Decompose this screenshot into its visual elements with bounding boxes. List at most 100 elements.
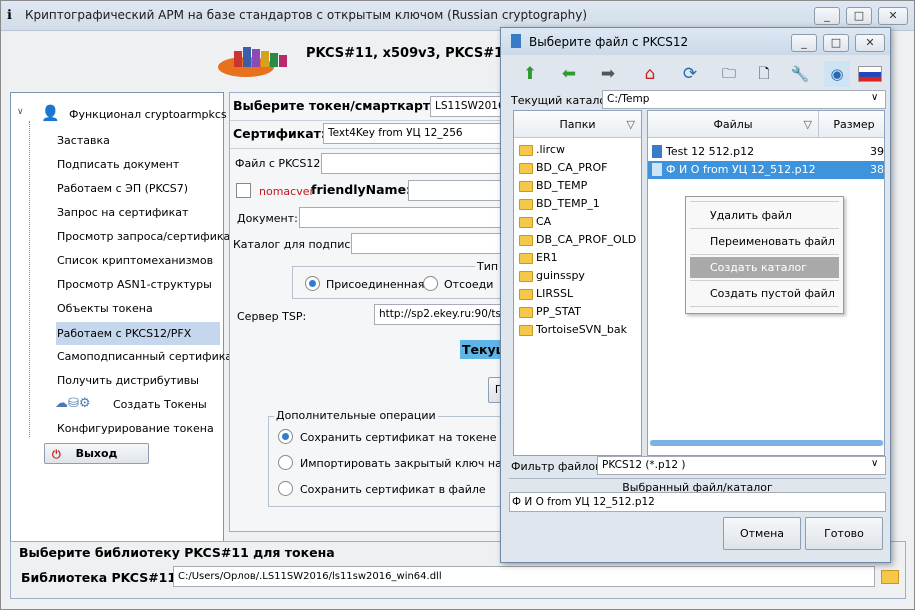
folder-item[interactable]: PP_STAT bbox=[536, 305, 581, 318]
tree-item-asn1[interactable]: Просмотр ASN1-структуры bbox=[56, 275, 212, 295]
close-button[interactable]: ✕ bbox=[878, 7, 908, 25]
signature-dir-label: Каталог для подписи: bbox=[233, 238, 362, 251]
chevron-down-icon[interactable]: ∨ bbox=[871, 92, 878, 103]
attached-label: Присоединенная bbox=[326, 278, 425, 291]
dialog-minimize-button[interactable]: _ bbox=[791, 34, 817, 52]
minimize-button[interactable]: _ bbox=[814, 7, 840, 25]
refresh-icon[interactable]: ⟳ bbox=[677, 61, 703, 87]
back-arrow-icon[interactable]: ⬅ bbox=[556, 61, 582, 87]
menu-item-rename-file[interactable]: Переименовать файл bbox=[690, 231, 839, 252]
nomacver-checkbox[interactable] bbox=[236, 183, 251, 198]
home-icon[interactable]: ⌂ bbox=[637, 61, 663, 87]
dialog-maximize-button[interactable]: □ bbox=[823, 34, 849, 52]
folder-item[interactable]: LIRSSL bbox=[536, 287, 573, 300]
user-icon: 👤 bbox=[41, 104, 60, 122]
folders-header[interactable]: Папки ▽ bbox=[514, 111, 641, 138]
russian-flag-icon[interactable] bbox=[858, 66, 882, 82]
document-input[interactable] bbox=[299, 207, 509, 228]
tsp-label: Сервер TSP: bbox=[237, 310, 307, 323]
folder-item[interactable]: CA bbox=[536, 215, 551, 228]
folder-item[interactable]: BD_CA_PROF bbox=[536, 161, 607, 174]
document-label: Документ: bbox=[237, 212, 298, 225]
tree-item-view-request[interactable]: Просмотр запроса/сертификата bbox=[56, 227, 243, 247]
tree-item-request[interactable]: Запрос на сертификат bbox=[56, 203, 188, 223]
folder-icon bbox=[519, 199, 533, 210]
new-file-icon[interactable]: 🗋 bbox=[751, 61, 777, 87]
exit-button[interactable]: ⏻ Выход bbox=[44, 443, 149, 464]
current-dir-select[interactable]: C:/Temp bbox=[602, 90, 886, 109]
friendly-name-input[interactable] bbox=[408, 180, 509, 201]
tree-item-selfsigned[interactable]: Самоподписанный сертификат bbox=[56, 347, 239, 367]
save-cert-token-radio[interactable] bbox=[278, 429, 293, 444]
new-folder-icon[interactable]: 🗀 bbox=[716, 61, 742, 87]
filter-select[interactable]: PKCS12 (*.p12 ) bbox=[597, 456, 886, 475]
size-header[interactable]: Размер bbox=[819, 111, 884, 138]
cert-select[interactable]: Text4Key from УЦ 12_256 bbox=[323, 123, 508, 144]
horizontal-scrollbar[interactable] bbox=[650, 440, 884, 446]
ok-button[interactable]: Готово bbox=[805, 517, 883, 550]
folder-item[interactable]: TortoiseSVN_bak bbox=[536, 323, 627, 336]
import-key-radio[interactable] bbox=[278, 455, 293, 470]
library-path-input[interactable]: C:/Users/Орлов/.LS11SW2016/ls11sw2016_wi… bbox=[173, 566, 875, 587]
folder-item[interactable]: BD_TEMP bbox=[536, 179, 587, 192]
files-header[interactable]: Файлы ▽ bbox=[648, 111, 819, 138]
folder-icon bbox=[519, 307, 533, 318]
folder-icon bbox=[519, 181, 533, 192]
detached-radio[interactable] bbox=[423, 276, 438, 291]
folder-icon bbox=[519, 217, 533, 228]
token-select[interactable]: LS11SW2016 bbox=[430, 96, 508, 117]
token-label: Выберите токен/смарткарту: bbox=[233, 98, 444, 113]
signature-dir-input[interactable] bbox=[351, 233, 509, 254]
folders-panel: Папки ▽ .lircw BD_CA_PROF BD_TEMP BD_TEMP… bbox=[513, 110, 642, 456]
menu-item-create-folder[interactable]: Создать каталог bbox=[690, 257, 839, 278]
tree-item-token-objects[interactable]: Объекты токена bbox=[56, 299, 153, 319]
folder-item[interactable]: .lircw bbox=[536, 143, 565, 156]
tree-item-sign[interactable]: Подписать документ bbox=[56, 155, 179, 175]
tree-collapse-icon[interactable]: ∨ bbox=[17, 107, 24, 117]
attached-radio[interactable] bbox=[305, 276, 320, 291]
folder-icon bbox=[519, 289, 533, 300]
tsp-select[interactable]: http://sp2.ekey.ru:90/tsa bbox=[374, 304, 508, 325]
tree-item-create-tokens[interactable]: Создать Токены bbox=[112, 395, 207, 415]
tree-item-config[interactable]: Конфигурирование токена bbox=[56, 419, 214, 439]
tree-item-pkcs7[interactable]: Работаем с ЭП (PKCS7) bbox=[56, 179, 188, 199]
dialog-title: Выберите файл с PKCS12 bbox=[529, 35, 689, 49]
document-icon bbox=[652, 145, 662, 158]
context-menu: Удалить файл Переименовать файл Создать … bbox=[685, 196, 844, 314]
cancel-button[interactable]: Отмена bbox=[723, 517, 801, 550]
menu-item-create-empty-file[interactable]: Создать пустой файл bbox=[690, 283, 839, 304]
up-arrow-icon[interactable]: ⬆ bbox=[517, 61, 543, 87]
view-icon[interactable]: ◉ bbox=[824, 61, 850, 87]
folder-icon bbox=[519, 235, 533, 246]
file-row-selected[interactable]: Ф И О from УЦ 12_512.p12 388 bbox=[648, 161, 884, 179]
dialog-title-bar: Выберите файл с PKCS12 _ □ ✕ bbox=[501, 28, 890, 55]
save-cert-file-radio[interactable] bbox=[278, 481, 293, 496]
file-name: Test 12 512.p12 bbox=[666, 145, 755, 158]
document-icon bbox=[652, 163, 662, 176]
browse-folder-icon[interactable] bbox=[881, 570, 899, 584]
file-size: 388 bbox=[870, 163, 884, 176]
filter-label: Фильтр файлов: bbox=[511, 460, 606, 473]
file-row[interactable]: Test 12 512.p12 391 bbox=[648, 143, 884, 161]
main-window-title: Криптографический АРМ на базе стандартов… bbox=[25, 8, 588, 22]
tools-icon[interactable]: 🔧 bbox=[787, 61, 813, 87]
tree-item-distributives[interactable]: Получить дистрибутивы bbox=[56, 371, 199, 391]
tree-item-mechanisms[interactable]: Список криптомеханизмов bbox=[56, 251, 213, 271]
folder-item[interactable]: guinsspy bbox=[536, 269, 585, 282]
folder-item[interactable]: ER1 bbox=[536, 251, 558, 264]
forward-arrow-icon[interactable]: ➡ bbox=[595, 61, 621, 87]
tree-item-pkcs12[interactable]: Работаем с PKCS12/PFX bbox=[56, 322, 220, 345]
maximize-button[interactable]: □ bbox=[846, 7, 872, 25]
folder-icon bbox=[519, 253, 533, 264]
pkcs12-file-input[interactable] bbox=[321, 153, 509, 174]
tree-root[interactable]: Функционал cryptoarmpkcs bbox=[69, 108, 227, 121]
dialog-close-button[interactable]: ✕ bbox=[855, 34, 885, 52]
folder-item[interactable]: DB_CA_PROF_OLD bbox=[536, 233, 636, 246]
folder-item[interactable]: BD_TEMP_1 bbox=[536, 197, 600, 210]
create-tokens-icon: ☁⛁⚙ bbox=[55, 396, 91, 411]
menu-item-delete-file[interactable]: Удалить файл bbox=[690, 205, 839, 226]
current-dir-label: Текущий каталог: bbox=[511, 94, 616, 107]
tree-item-intro[interactable]: Заставка bbox=[56, 131, 110, 151]
selected-file-input[interactable]: Ф И О from УЦ 12_512.p12 bbox=[509, 492, 886, 512]
chevron-down-icon[interactable]: ∨ bbox=[871, 458, 878, 469]
